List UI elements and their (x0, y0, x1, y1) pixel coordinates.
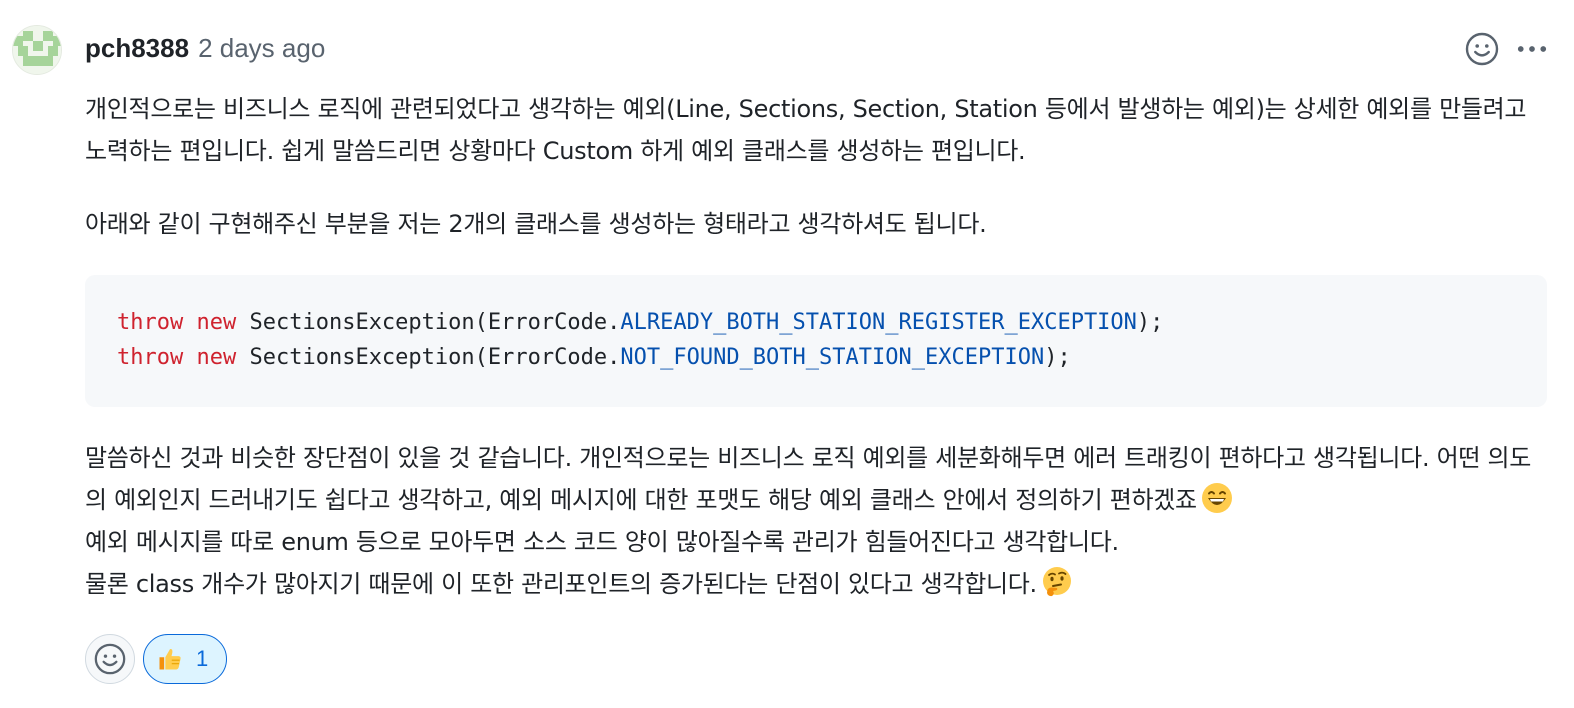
kebab-horizontal-icon (1517, 46, 1547, 52)
code-line: throw new SectionsException(ErrorCode.NO… (117, 345, 1071, 370)
code-line: throw new SectionsException(ErrorCode.AL… (117, 310, 1163, 335)
comment-paragraph: 예외 메시지를 따로 enum 등으로 모아두면 소스 코드 양이 많아질수록 … (85, 528, 1119, 556)
comment-text: 물론 class 개수가 많아지기 때문에 이 또한 관리포인트의 증가된다는 … (85, 570, 1037, 598)
smiley-icon (1465, 32, 1499, 66)
code-call: SectionsException(ErrorCode. (249, 310, 621, 335)
thumbs-up-reaction-button[interactable]: 1 (143, 634, 228, 684)
comment-body: 개인적으로는 비즈니스 로직에 관련되었다고 생각하는 예외(Line, Sec… (85, 88, 1550, 605)
author-name[interactable]: pch8388 (85, 33, 189, 64)
code-keyword: throw (117, 310, 184, 335)
comment-paragraph: 개인적으로는 비즈니스 로직에 관련되었다고 생각하는 예외(Line, Sec… (85, 95, 1527, 165)
comment-paragraph: 아래와 같이 구현해주신 부분을 저는 2개의 클래스를 생성하는 형태라고 생… (85, 210, 987, 238)
identicon-icon (13, 26, 61, 74)
comment-text: 말씀하신 것과 비슷한 장단점이 있을 것 같습니다. 개인적으로는 비즈니스 … (85, 444, 1532, 514)
code-keyword: new (196, 310, 237, 335)
comment-timestamp[interactable]: 2 days ago (198, 33, 325, 64)
reactions-bar: 1 (85, 634, 228, 684)
code-constant: NOT_FOUND_BOTH_STATION_EXCEPTION (620, 345, 1045, 370)
comment-paragraph: 말씀하신 것과 비슷한 장단점이 있을 것 같습니다. 개인적으로는 비즈니스 … (85, 437, 1550, 521)
comment-actions (1464, 30, 1550, 68)
code-keyword: new (196, 345, 237, 370)
reaction-count: 1 (196, 646, 209, 671)
code-call: SectionsException(ErrorCode. (249, 345, 621, 370)
code-punct: ); (1044, 345, 1071, 370)
code-keyword: throw (117, 345, 184, 370)
add-reaction-button[interactable] (85, 634, 135, 684)
code-block: throw new SectionsException(ErrorCode.AL… (85, 275, 1547, 407)
grinning-face-emoji-icon (1201, 483, 1232, 513)
code-constant: ALREADY_BOTH_STATION_REGISTER_EXCEPTION (620, 310, 1137, 335)
code-punct: ); (1136, 310, 1164, 335)
smiley-icon (94, 643, 126, 675)
thinking-face-emoji-icon (1042, 567, 1071, 597)
add-reaction-button[interactable] (1464, 31, 1500, 67)
comment-header: pch8388 2 days ago (85, 30, 325, 66)
avatar[interactable] (12, 25, 62, 75)
comment-paragraph: 물론 class 개수가 많아지기 때문에 이 또한 관리포인트의 증가된다는 … (85, 563, 1550, 605)
more-options-button[interactable] (1514, 31, 1550, 67)
thumbs-up-icon (159, 649, 181, 670)
